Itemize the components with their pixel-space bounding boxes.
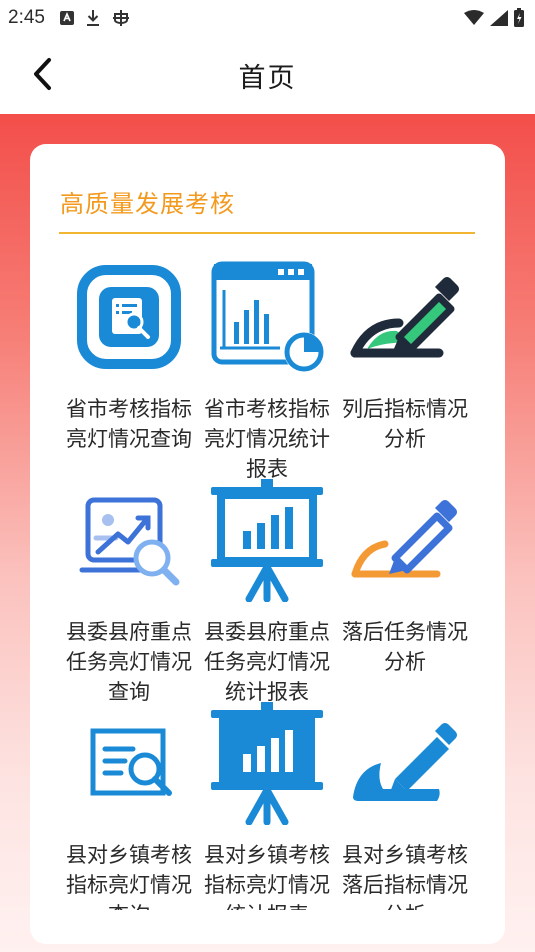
menu-tile[interactable]: 列后指标情况 分析: [336, 254, 474, 477]
status-system-icons: [463, 8, 525, 28]
document-magnifier-icon: [68, 700, 190, 825]
signal-icon: [490, 10, 508, 26]
presentation-chart-icon: [206, 477, 328, 602]
menu-tile[interactable]: 省市考核指标 亮灯情况统计 报表: [198, 254, 336, 481]
menu-tile[interactable]: 县对乡镇考核指标亮灯情况统计报表: [198, 700, 336, 923]
menu-grid: 省市考核指标 亮灯情况查询 省市考核指标 亮灯情况统计 报表 列后指标情况 分析…: [60, 254, 475, 923]
menu-tile[interactable]: 县委县府重点 任务亮灯情况 查询: [60, 477, 198, 704]
menu-tile[interactable]: 县委县府重点 任务亮灯情况 统计报表: [198, 477, 336, 704]
chevron-left-icon: [34, 58, 51, 90]
page-title: 首页: [238, 62, 297, 94]
section-title: 高质量发展考核: [60, 190, 235, 218]
trend-search-icon: [68, 477, 190, 602]
tile-label: 落后任务情况 分析: [342, 620, 468, 674]
wifi-icon: [464, 10, 484, 25]
menu-tile[interactable]: 省市考核指标 亮灯情况查询: [60, 254, 198, 477]
tile-label: 省市考核指标 亮灯情况查询: [66, 397, 192, 451]
status-bar: 2:45: [0, 0, 535, 36]
bar-report-icon: [206, 254, 328, 379]
menu-tile[interactable]: 县对乡镇考核指标亮灯情况查询: [60, 700, 198, 923]
pen-solid-icon: [344, 700, 466, 825]
tile-label: 县对乡镇考核指标亮灯情况统计报表: [204, 843, 330, 910]
battery-icon: [514, 8, 524, 27]
app-bar: 首页: [0, 36, 535, 114]
back-button[interactable]: [22, 54, 62, 94]
presentation-solid-icon: [206, 700, 328, 825]
status-time: 2:45: [8, 7, 45, 28]
tile-label: 列后指标情况 分析: [342, 397, 468, 451]
search-document-icon: [68, 254, 190, 379]
menu-tile[interactable]: 落后任务情况 分析: [336, 477, 474, 700]
notification-app-icon: [59, 11, 74, 25]
pen-line-icon: [344, 477, 466, 602]
bug-icon: [112, 10, 129, 26]
section-divider: [59, 232, 475, 234]
download-icon: [86, 10, 99, 26]
tile-label: 县委县府重点 任务亮灯情况 查询: [66, 620, 192, 704]
assessment-card: 高质量发展考核 省市考核指标 亮灯情况查询 省市考核指标 亮灯情况统计 报表 列…: [30, 144, 505, 944]
status-notification-icons: [59, 8, 131, 28]
pen-check-icon: [344, 254, 466, 379]
tile-label: 县对乡镇考核落后指标情况分析: [342, 843, 468, 910]
menu-tile[interactable]: 县对乡镇考核落后指标情况分析: [336, 700, 474, 923]
tile-label: 省市考核指标 亮灯情况统计 报表: [204, 397, 330, 481]
tile-label: 县委县府重点 任务亮灯情况 统计报表: [204, 620, 330, 704]
tile-label: 县对乡镇考核指标亮灯情况查询: [66, 843, 192, 910]
